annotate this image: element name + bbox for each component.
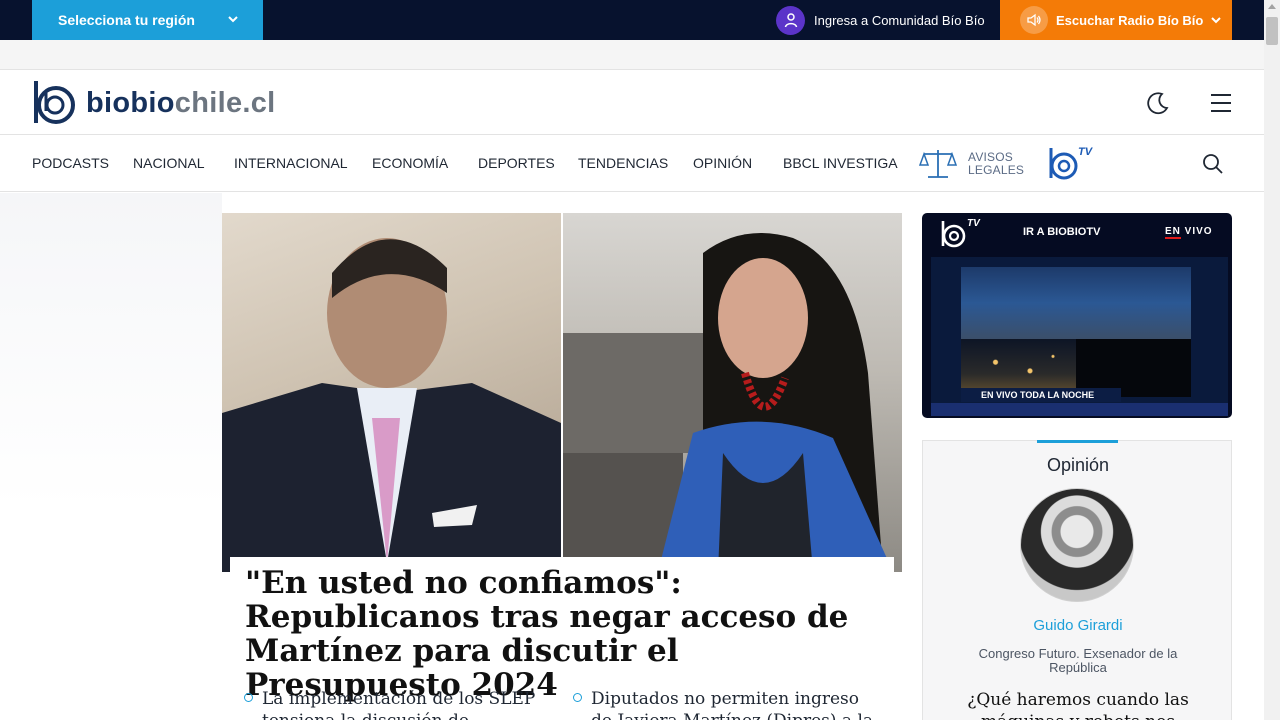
biobiotv-header: TV IR A BIOBIOTV EN VIVO (922, 213, 1232, 251)
nav-item-podcasts[interactable]: PODCASTS (32, 155, 109, 171)
hero-headline[interactable]: "En usted no confiamos": Republicanos tr… (245, 566, 885, 702)
related-article-title: La implementación de los SLEP tensiona l… (262, 689, 536, 720)
listen-radio-button[interactable]: Escuchar Radio Bío Bío (1000, 0, 1232, 40)
nav-item-nacional[interactable]: NACIONAL (133, 155, 205, 171)
scroll-up-icon[interactable] (1268, 4, 1276, 9)
opinion-accent-bar (1037, 440, 1118, 443)
video-ticker (931, 403, 1228, 416)
listen-radio-label: Escuchar Radio Bío Bío (1056, 12, 1204, 28)
chevron-down-icon (228, 16, 238, 23)
nav-item-deportes[interactable]: DEPORTES (478, 155, 555, 171)
region-selector[interactable]: Selecciona tu región (32, 0, 263, 40)
menu-icon[interactable] (1210, 93, 1232, 113)
nav-item-internacional[interactable]: INTERNACIONAL (234, 155, 348, 171)
ir-a-biobiotv-link[interactable]: IR A BIOBIOTV (1023, 226, 1100, 238)
hero-photo-left (222, 213, 561, 572)
hero-image[interactable] (222, 213, 902, 572)
page: Selecciona tu región Ingresa a Comunidad… (0, 0, 1280, 720)
left-background (0, 193, 222, 720)
avisos-legales-link[interactable]: AVISOS LEGALES (918, 148, 1024, 180)
moon-icon[interactable] (1146, 91, 1170, 115)
nav-item-economia[interactable]: ECONOMÍA (372, 155, 448, 171)
avisos-legales-label: AVISOS LEGALES (968, 150, 1025, 177)
related-article-title: Diputados no permiten ingreso de Javiera… (591, 689, 873, 720)
live-video-player[interactable]: EN VIVO TODA LA NOCHE (931, 257, 1228, 416)
author-role: Congreso Futuro. Exsenador de la Repúbli… (978, 646, 1178, 675)
logo-text: biobiochile.cl (86, 86, 276, 119)
region-selector-label: Selecciona tu región (58, 12, 195, 28)
scrollbar-thumb[interactable] (1266, 17, 1278, 45)
ad-strip (0, 40, 1264, 70)
bullet-icon (573, 693, 582, 702)
biobiotv-live-box[interactable]: TV IR A BIOBIOTV EN VIVO EN VIVO TODA LA… (922, 213, 1232, 418)
nav-item-bbcl-investiga[interactable]: BBCL INVESTIGA (783, 155, 898, 171)
biobiotv-tv-label: TV (967, 218, 980, 229)
nav-item-opinion[interactable]: OPINIÓN (693, 155, 752, 171)
related-article[interactable]: Diputados no permiten ingreso de Javiera… (573, 688, 873, 720)
comunidad-login-label: Ingresa a Comunidad Bío Bío (814, 12, 985, 28)
biobiotv-nav-tv-label: TV (1078, 146, 1093, 158)
author-name[interactable]: Guido Girardi (923, 617, 1233, 634)
nav-item-tendencias[interactable]: TENDENCIAS (578, 155, 668, 171)
opinion-article-title[interactable]: ¿Qué haremos cuando las máquinas y robot… (943, 689, 1213, 720)
scrollbar[interactable] (1264, 0, 1280, 720)
user-icon (776, 5, 805, 35)
biobiotv-nav-link[interactable]: TV (1048, 146, 1096, 187)
site-header: biobiochile.cl (0, 71, 1264, 135)
speaker-icon (1020, 6, 1048, 34)
main-nav: PODCASTS NACIONAL INTERNACIONAL ECONOMÍA… (0, 136, 1264, 192)
search-icon[interactable] (1202, 153, 1224, 175)
chevron-down-icon (1211, 17, 1222, 24)
opinion-card: Opinión Guido Girardi Congreso Futuro. E… (922, 440, 1232, 720)
author-avatar[interactable] (1020, 488, 1134, 602)
biobio-logo-icon (34, 81, 75, 124)
comunidad-login-link[interactable]: Ingresa a Comunidad Bío Bío (776, 5, 985, 35)
opinion-title: Opinión (1046, 455, 1110, 475)
video-studio-frame (961, 267, 1191, 339)
bullet-icon (244, 693, 253, 702)
top-bar: Selecciona tu región Ingresa a Comunidad… (0, 0, 1264, 40)
related-article[interactable]: La implementación de los SLEP tensiona l… (244, 688, 544, 720)
site-logo[interactable]: biobiochile.cl (32, 79, 276, 127)
hero-photo-right (563, 213, 902, 572)
en-vivo-label: EN VIVO (1165, 226, 1213, 239)
scales-icon (918, 150, 958, 178)
video-banner: EN VIVO TODA LA NOCHE (961, 388, 1121, 402)
